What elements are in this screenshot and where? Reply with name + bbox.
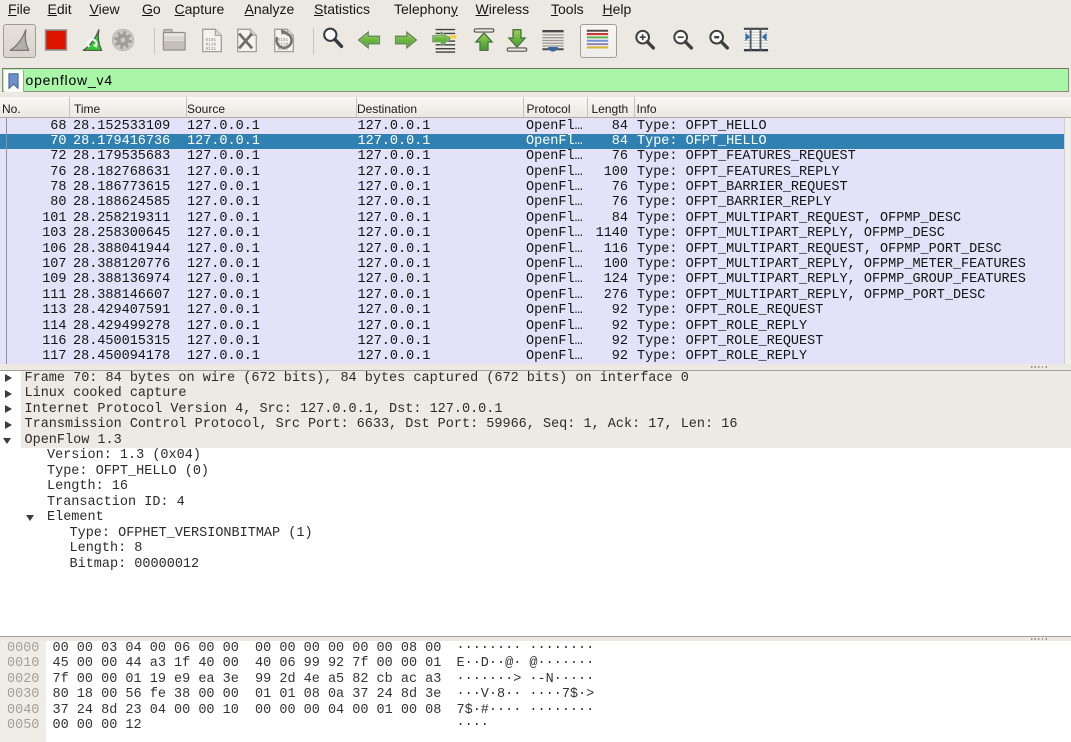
svg-text:0111: 0111 (206, 46, 217, 52)
